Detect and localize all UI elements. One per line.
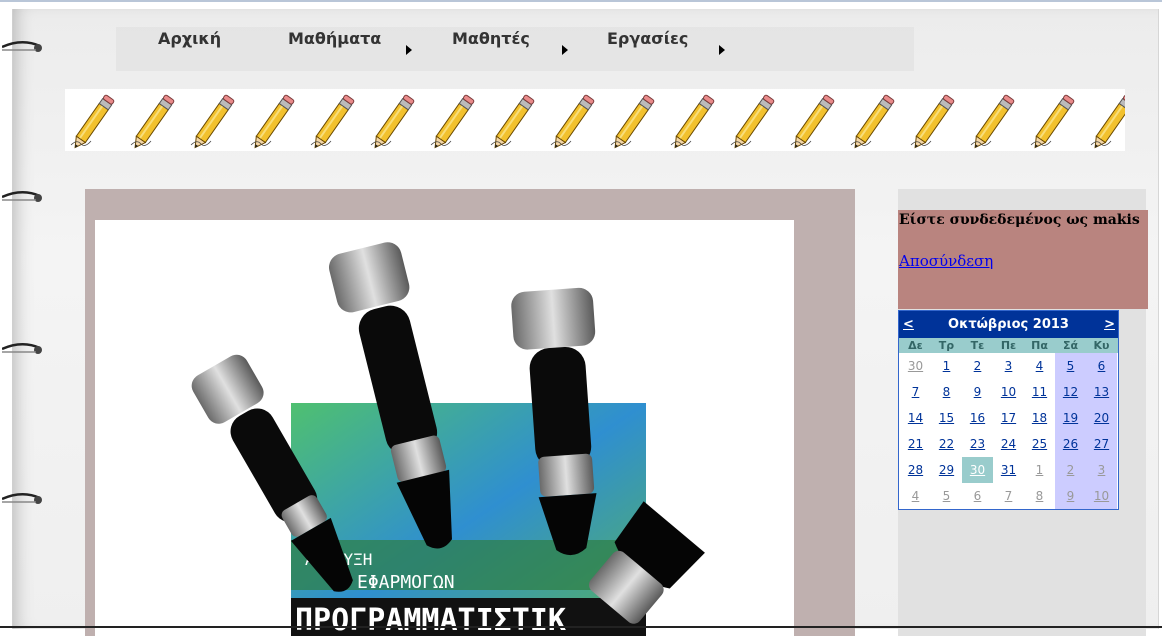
calendar-day[interactable]: 19 — [1055, 405, 1086, 431]
calendar-day[interactable]: 17 — [993, 405, 1024, 431]
pencil-icon — [310, 94, 355, 149]
calendar-weekday-label: Τρ — [938, 339, 955, 352]
pencil-icon — [370, 94, 415, 149]
calendar-day[interactable]: 5 — [931, 483, 962, 509]
pencil-icon — [250, 94, 295, 149]
pencil-icon — [70, 94, 115, 149]
calendar-day[interactable]: 28 — [900, 457, 931, 483]
calendar-day[interactable]: 6 — [1086, 353, 1117, 379]
logout-link[interactable]: Αποσύνδεση — [899, 252, 993, 270]
menu-item-home[interactable]: Αρχική — [158, 29, 221, 48]
pencil-icon — [1090, 94, 1125, 149]
calendar-day[interactable]: 9 — [1055, 483, 1086, 509]
logged-in-as-text: Είστε συνδεδεμένος ως makis — [899, 212, 1140, 228]
calendar-day[interactable]: 21 — [900, 431, 931, 457]
top-border — [0, 0, 1162, 2]
calendar-next-month[interactable]: > — [1104, 317, 1115, 332]
pencil-icon — [490, 94, 535, 149]
calendar-day[interactable]: 23 — [962, 431, 993, 457]
menu-item-students[interactable]: Μαθητές — [452, 29, 530, 48]
calendar-day[interactable]: 13 — [1086, 379, 1117, 405]
calendar-day[interactable]: 31 — [993, 457, 1024, 483]
calendar-day[interactable]: 5 — [1055, 353, 1086, 379]
calendar-day[interactable]: 26 — [1055, 431, 1086, 457]
calendar-day[interactable]: 3 — [993, 353, 1024, 379]
calendar-weekday-row: Δε Τρ Τε Πε Πα Σά Κυ — [899, 338, 1118, 353]
pencil-icon — [550, 94, 595, 149]
pencil-banner — [65, 89, 1125, 151]
submenu-arrow-icon — [406, 45, 412, 55]
binder-ring-icon — [2, 190, 44, 204]
pencil-icon — [730, 94, 775, 149]
calendar-day[interactable]: 15 — [931, 405, 962, 431]
calendar-weekday-label: Τε — [970, 339, 985, 352]
notebook-page: Αρχική Μαθήματα Μαθητές Εργασίες ΠΤΥΞΗ Ε… — [12, 9, 1159, 636]
image-caption-3: ΠΡΟΓΡΑΜΜΑΤΙΣΤΙΚ — [295, 603, 566, 636]
calendar-day[interactable]: 7 — [900, 379, 931, 405]
calendar-day[interactable]: 10 — [993, 379, 1024, 405]
calendar-day[interactable]: 24 — [993, 431, 1024, 457]
calendar-title: Οκτώβριος 2013 — [948, 317, 1069, 332]
calendar-day[interactable]: 8 — [931, 379, 962, 405]
calendar-day[interactable]: 10 — [1086, 483, 1117, 509]
calendar-day[interactable]: 4 — [900, 483, 931, 509]
binder-ring-icon — [2, 40, 44, 54]
calendar-day[interactable]: 9 — [962, 379, 993, 405]
pencil-icon — [130, 94, 175, 149]
calendar-day[interactable]: 1 — [1024, 457, 1055, 483]
pencil-icon — [970, 94, 1015, 149]
binder-ring-icon — [2, 492, 44, 506]
sidebar: Είστε συνδεδεμένος ως makis Αποσύνδεση <… — [898, 189, 1148, 636]
pencil-icon — [910, 94, 955, 149]
calendar-weekday-label: Σά — [1062, 339, 1079, 352]
pencil-icon — [850, 94, 895, 149]
calendar-weekday-label: Κυ — [1093, 339, 1110, 352]
calendar: < Οκτώβριος 2013 > Δε Τρ Τε Πε Πα Σά Κυ 30 1 2 3 4… — [898, 310, 1119, 510]
content-panel: Α ΠΤΥΞΗ ΕΦΑΡΜΟΓΩΝ ΠΡΟΓΡΑΜΜΑΤΙΣΤΙΚ — [85, 189, 855, 636]
calendar-day[interactable]: 12 — [1055, 379, 1086, 405]
calendar-day[interactable]: 3 — [1086, 457, 1117, 483]
calendar-weekday-label: Πε — [1000, 339, 1017, 352]
calendar-day[interactable]: 6 — [962, 483, 993, 509]
calendar-day[interactable]: 22 — [931, 431, 962, 457]
calendar-day[interactable]: 16 — [962, 405, 993, 431]
calendar-day[interactable]: 27 — [1086, 431, 1117, 457]
calendar-day[interactable]: 1 — [931, 353, 962, 379]
submenu-arrow-icon — [719, 45, 725, 55]
calendar-day[interactable]: 30 — [962, 457, 993, 483]
pencil-icon — [190, 94, 235, 149]
calendar-weekday-label: Πα — [1031, 339, 1048, 352]
calendar-day[interactable]: 30 — [900, 353, 931, 379]
menu-item-assignments[interactable]: Εργασίες — [607, 29, 688, 48]
pencil-icon — [430, 94, 475, 149]
calendar-day[interactable]: 14 — [900, 405, 931, 431]
calendar-day[interactable]: 20 — [1086, 405, 1117, 431]
calendar-day[interactable]: 4 — [1024, 353, 1055, 379]
menu-item-courses[interactable]: Μαθήματα — [288, 29, 381, 48]
binder-ring-icon — [2, 342, 44, 356]
calendar-header: < Οκτώβριος 2013 > — [899, 311, 1118, 338]
pencil-icon — [1030, 94, 1075, 149]
calendar-day[interactable]: 8 — [1024, 483, 1055, 509]
bottom-border — [0, 626, 1162, 628]
pencil-icon — [670, 94, 715, 149]
calendar-day[interactable]: 2 — [962, 353, 993, 379]
calendar-day[interactable]: 2 — [1055, 457, 1086, 483]
calendar-weekday-label: Δε — [908, 339, 923, 352]
submenu-arrow-icon — [562, 45, 568, 55]
robot-hand-image: Α ΠΤΥΞΗ ΕΦΑΡΜΟΓΩΝ ΠΡΟΓΡΑΜΜΑΤΙΣΤΙΚ — [95, 220, 794, 636]
calendar-day[interactable]: 25 — [1024, 431, 1055, 457]
pencil-icon — [610, 94, 655, 149]
calendar-day[interactable]: 18 — [1024, 405, 1055, 431]
calendar-day[interactable]: 29 — [931, 457, 962, 483]
calendar-day[interactable]: 7 — [993, 483, 1024, 509]
pencil-icon — [790, 94, 835, 149]
main-menu: Αρχική Μαθήματα Μαθητές Εργασίες — [116, 27, 914, 71]
login-status-box: Είστε συνδεδεμένος ως makis Αποσύνδεση — [898, 210, 1148, 309]
calendar-day[interactable]: 11 — [1024, 379, 1055, 405]
image-caption-2: ΕΦΑΡΜΟΓΩΝ — [357, 572, 455, 593]
